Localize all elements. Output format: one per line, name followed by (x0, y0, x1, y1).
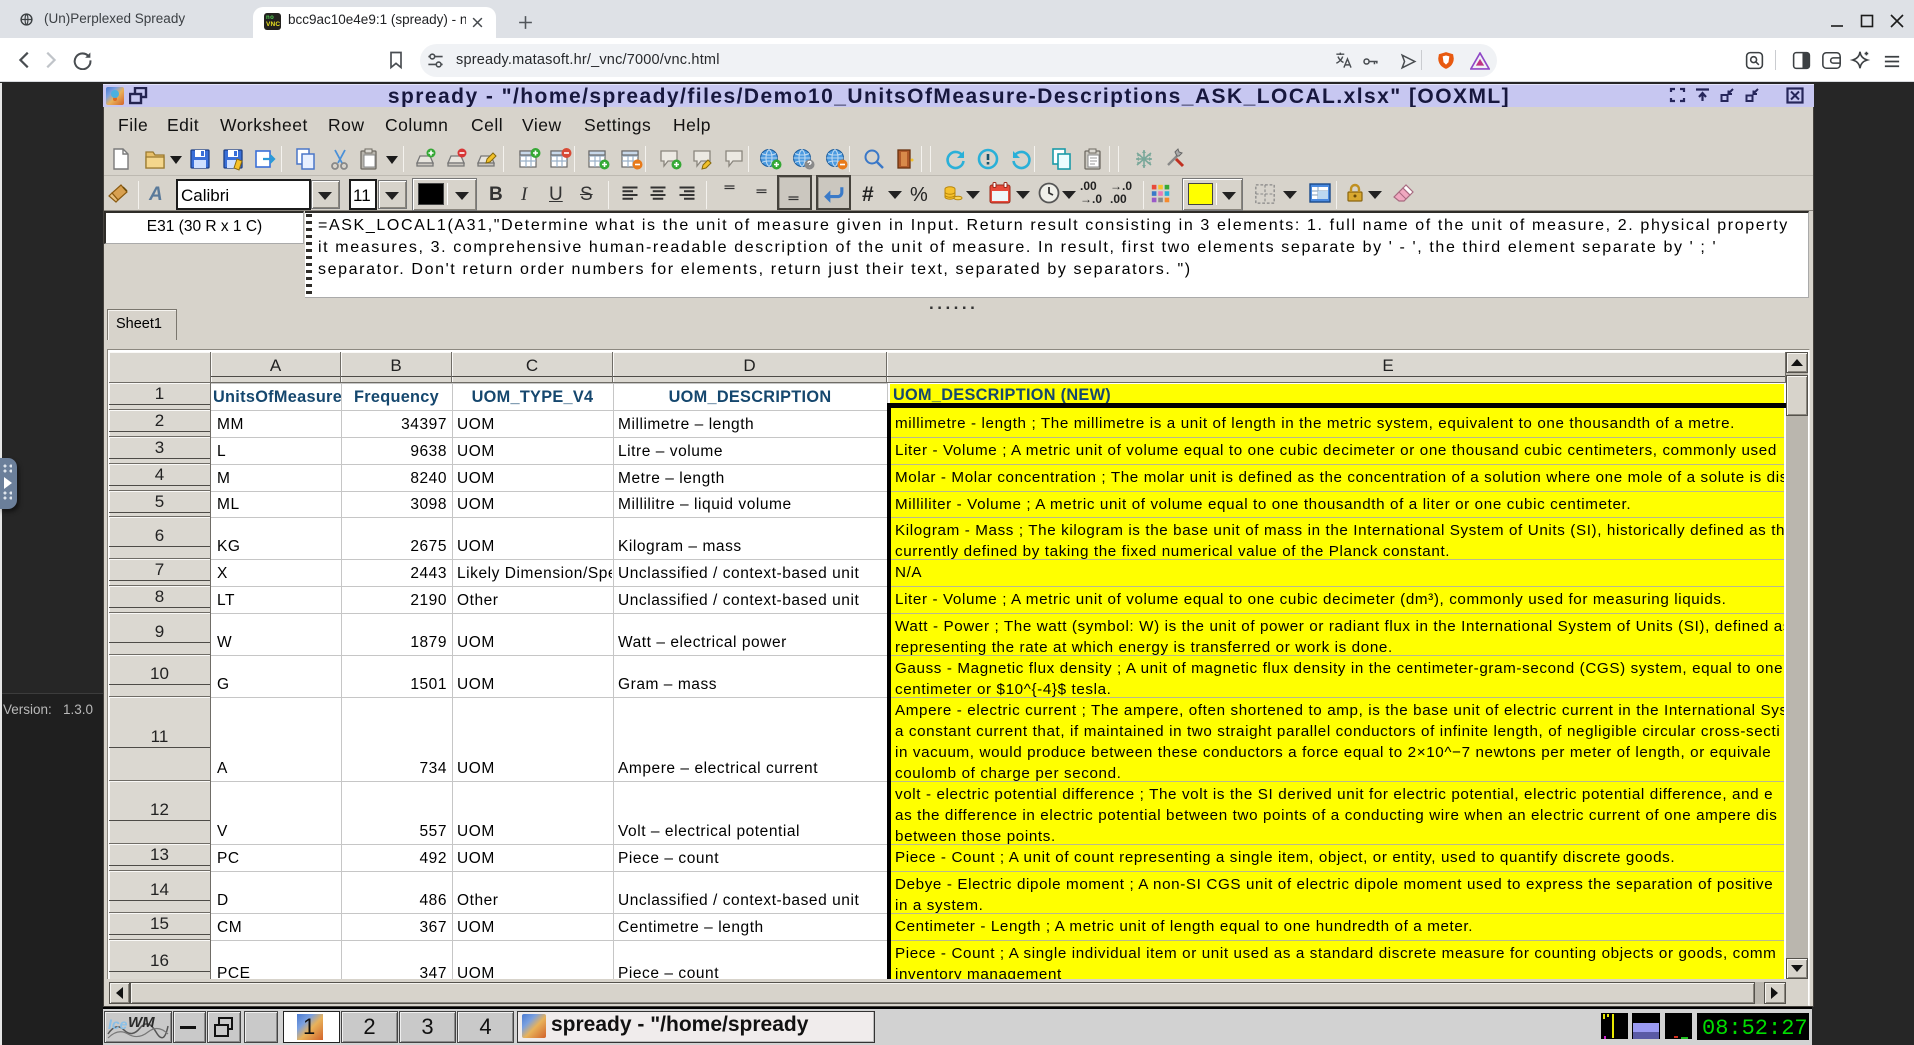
svg-text:WM: WM (128, 1014, 155, 1031)
svg-text:Ice: Ice (108, 1016, 128, 1032)
